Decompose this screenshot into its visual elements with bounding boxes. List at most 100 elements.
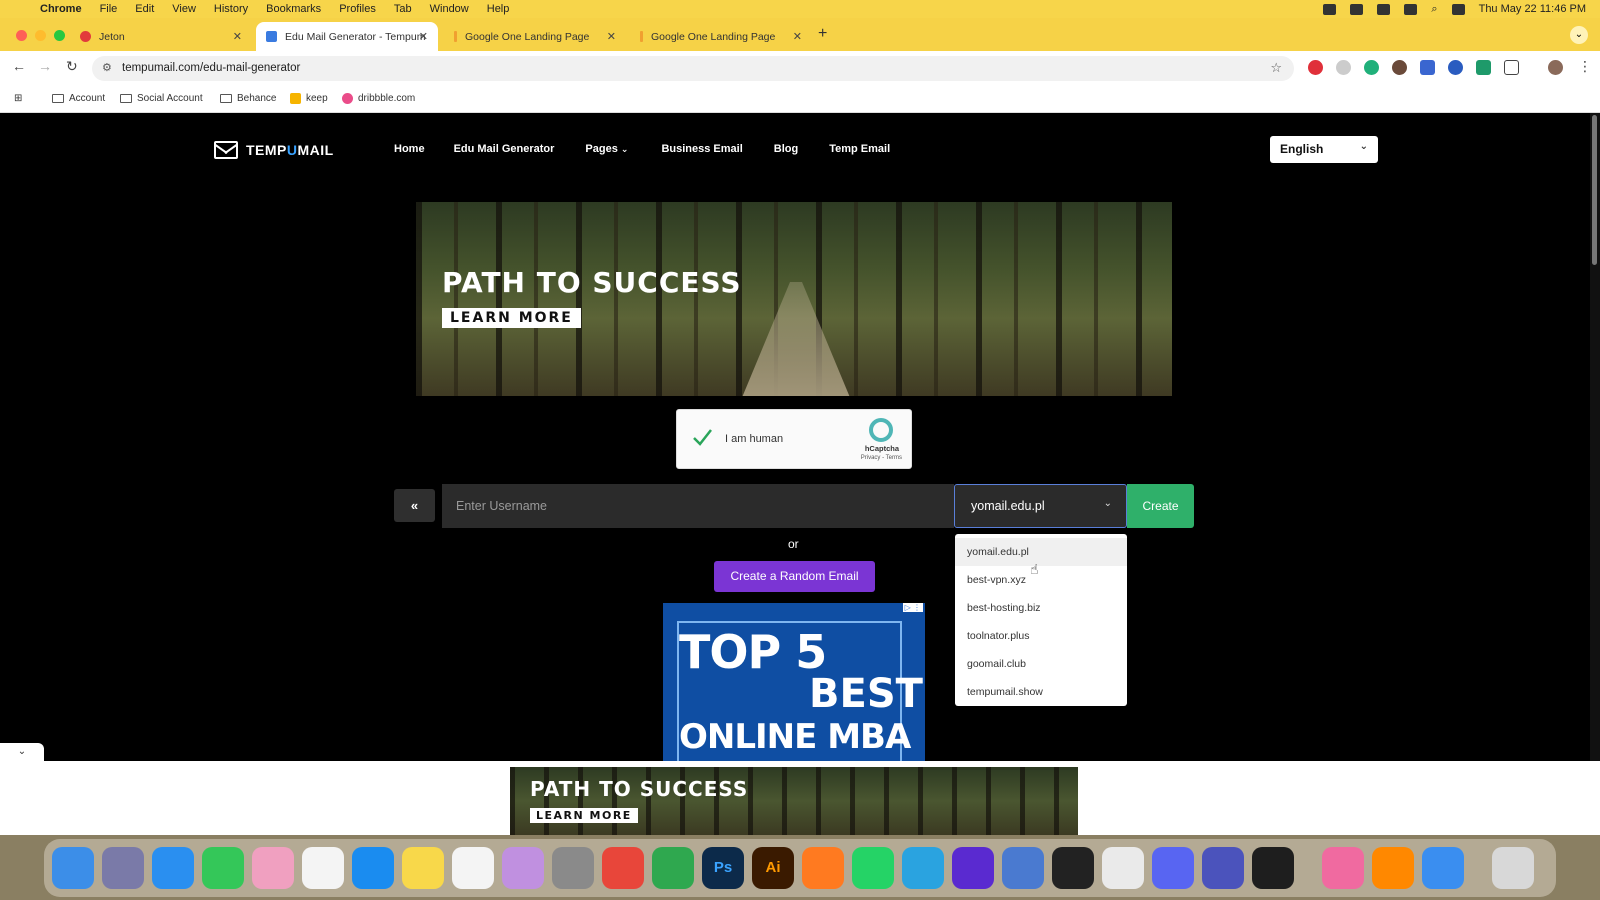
bookmark-dribbble[interactable]: dribbble.com <box>342 93 415 104</box>
messages-icon[interactable] <box>202 847 244 889</box>
close-tab-icon[interactable]: ✕ <box>233 30 242 43</box>
menu-bookmarks[interactable]: Bookmarks <box>266 3 321 15</box>
reload-icon[interactable]: ↻ <box>66 58 78 75</box>
teams-icon[interactable] <box>1202 847 1244 889</box>
cast-icon[interactable] <box>1350 3 1364 15</box>
photoshop-icon[interactable]: Ps <box>702 847 744 889</box>
bookmark-keep[interactable]: keep <box>290 93 328 104</box>
mba-ad[interactable]: TOP 5 BEST ONLINE MBA ▷ ⋮ <box>663 603 925 761</box>
bookmark-social-account[interactable]: Social Account <box>120 93 203 104</box>
nav-temp-email[interactable]: Temp Email <box>829 143 890 155</box>
bookmark-account[interactable]: Account <box>52 93 105 104</box>
language-select[interactable]: English ⌄ <box>1270 136 1378 163</box>
extension-icon[interactable] <box>1336 60 1351 75</box>
vpn-app-icon[interactable] <box>952 847 994 889</box>
app-store-icon[interactable] <box>352 847 394 889</box>
menu-clock[interactable]: Thu May 22 11:46 PM <box>1479 3 1586 15</box>
menu-edit[interactable]: Edit <box>135 3 154 15</box>
shield-extension-icon[interactable] <box>1476 60 1491 75</box>
tab-edu-mail-generator[interactable]: Edu Mail Generator - Tempum ✕ <box>256 22 438 51</box>
menu-help[interactable]: Help <box>487 3 510 15</box>
domain-option[interactable]: tempumail.show <box>955 678 1127 706</box>
chrome-icon[interactable] <box>602 847 644 889</box>
cookie-extension-icon[interactable] <box>1392 60 1407 75</box>
domain-option[interactable]: goomail.club <box>955 650 1127 678</box>
nav-blog[interactable]: Blog <box>774 143 798 155</box>
figma-icon[interactable] <box>1252 847 1294 889</box>
adchoices-icon[interactable]: ▷ ⋮ <box>902 603 923 612</box>
menu-history[interactable]: History <box>214 3 248 15</box>
menu-window[interactable]: Window <box>430 3 469 15</box>
bookmark-star-icon[interactable]: ☆ <box>1270 60 1282 76</box>
domain-option[interactable]: best-vpn.xyz <box>955 566 1127 594</box>
checkmark-icon[interactable] <box>691 426 713 448</box>
url-text[interactable]: tempumail.com/edu-mail-generator <box>122 62 300 74</box>
tab-google-one-1[interactable]: Google One Landing Page ✕ <box>444 22 626 51</box>
apps-grid-icon[interactable]: ⊞ <box>14 93 22 104</box>
nav-edu-mail-generator[interactable]: Edu Mail Generator <box>454 143 555 155</box>
textedit-icon[interactable] <box>1102 847 1144 889</box>
launchpad-icon[interactable] <box>102 847 144 889</box>
create-button[interactable]: Create <box>1127 484 1194 528</box>
page-scrollbar[interactable] <box>1590 113 1600 835</box>
grid-app-icon[interactable] <box>1002 847 1044 889</box>
illustrator-icon[interactable]: Ai <box>752 847 794 889</box>
photos-icon[interactable] <box>252 847 294 889</box>
preview-icon[interactable] <box>1322 847 1364 889</box>
tempumail-logo[interactable]: TEMPUMAIL <box>214 141 334 159</box>
menu-app-name[interactable]: Chrome <box>40 3 82 15</box>
banner-ad[interactable]: PATH TO SUCCESS LEARN MORE <box>416 202 1172 396</box>
create-random-email-button[interactable]: Create a Random Email <box>714 561 875 592</box>
domain-option[interactable]: best-hosting.biz <box>955 594 1127 622</box>
tab-search-icon[interactable]: ⌄ <box>1570 26 1588 44</box>
pinterest-extension-icon[interactable] <box>1308 60 1323 75</box>
tab-jeton[interactable]: Jeton ✕ <box>70 22 252 51</box>
nav-pages[interactable]: Pages ⌄ <box>585 143 628 155</box>
banner-learn-more[interactable]: LEARN MORE <box>442 308 581 328</box>
reminders-icon[interactable] <box>302 847 344 889</box>
scrollbar-thumb[interactable] <box>1592 115 1597 265</box>
tab-google-one-2[interactable]: Google One Landing Page ✕ <box>630 22 812 51</box>
captcha-privacy-terms[interactable]: Privacy - Terms <box>861 455 902 461</box>
control-center-icon[interactable] <box>1451 3 1465 15</box>
menu-view[interactable]: View <box>172 3 196 15</box>
menu-file[interactable]: File <box>100 3 118 15</box>
anchor-ad-learn-more[interactable]: LEARN MORE <box>530 808 638 823</box>
screen-extension-icon[interactable] <box>1420 60 1435 75</box>
collapse-ad-button[interactable]: ⌄ <box>0 743 44 761</box>
domain-option[interactable]: yomail.edu.pl <box>955 538 1127 566</box>
finder-icon[interactable] <box>52 847 94 889</box>
telegram-icon[interactable] <box>902 847 944 889</box>
site-info-icon[interactable]: ⚙ <box>102 61 112 74</box>
close-window-icon[interactable] <box>16 30 27 41</box>
whatsapp-icon[interactable] <box>852 847 894 889</box>
maximize-window-icon[interactable] <box>54 30 65 41</box>
address-bar[interactable]: ⚙ tempumail.com/edu-mail-generator ☆ <box>92 56 1294 81</box>
wifi-icon[interactable] <box>1404 3 1418 15</box>
close-tab-icon[interactable]: ✕ <box>793 30 802 43</box>
pen-icon[interactable] <box>1323 3 1337 15</box>
close-tab-icon[interactable]: ✕ <box>419 30 428 43</box>
back-button[interactable]: « <box>394 489 435 522</box>
menu-profiles[interactable]: Profiles <box>339 3 376 15</box>
nav-business-email[interactable]: Business Email <box>661 143 742 155</box>
feather-icon[interactable] <box>502 847 544 889</box>
trash-icon[interactable] <box>1492 847 1534 889</box>
vpn-extension-icon[interactable] <box>1448 60 1463 75</box>
search-icon[interactable]: ⌕ <box>1431 3 1437 16</box>
firefox-icon[interactable] <box>802 847 844 889</box>
domain-option[interactable]: toolnator.plus <box>955 622 1127 650</box>
anchor-banner-ad[interactable]: PATH TO SUCCESS LEARN MORE <box>510 767 1078 835</box>
forward-arrow-icon[interactable]: → <box>38 58 52 74</box>
grammarly-extension-icon[interactable] <box>1364 60 1379 75</box>
nav-home[interactable]: Home <box>394 143 425 155</box>
system-settings-icon[interactable] <box>552 847 594 889</box>
new-tab-icon[interactable]: + <box>818 25 827 43</box>
safari-icon[interactable] <box>152 847 194 889</box>
domain-select[interactable]: yomail.edu.pl ⌄ <box>954 484 1127 528</box>
kebab-menu-icon[interactable]: ⋮ <box>1578 58 1592 75</box>
utorrent-icon[interactable] <box>652 847 694 889</box>
discord-icon[interactable] <box>1152 847 1194 889</box>
username-input[interactable] <box>442 484 954 528</box>
menu-tab[interactable]: Tab <box>394 3 412 15</box>
